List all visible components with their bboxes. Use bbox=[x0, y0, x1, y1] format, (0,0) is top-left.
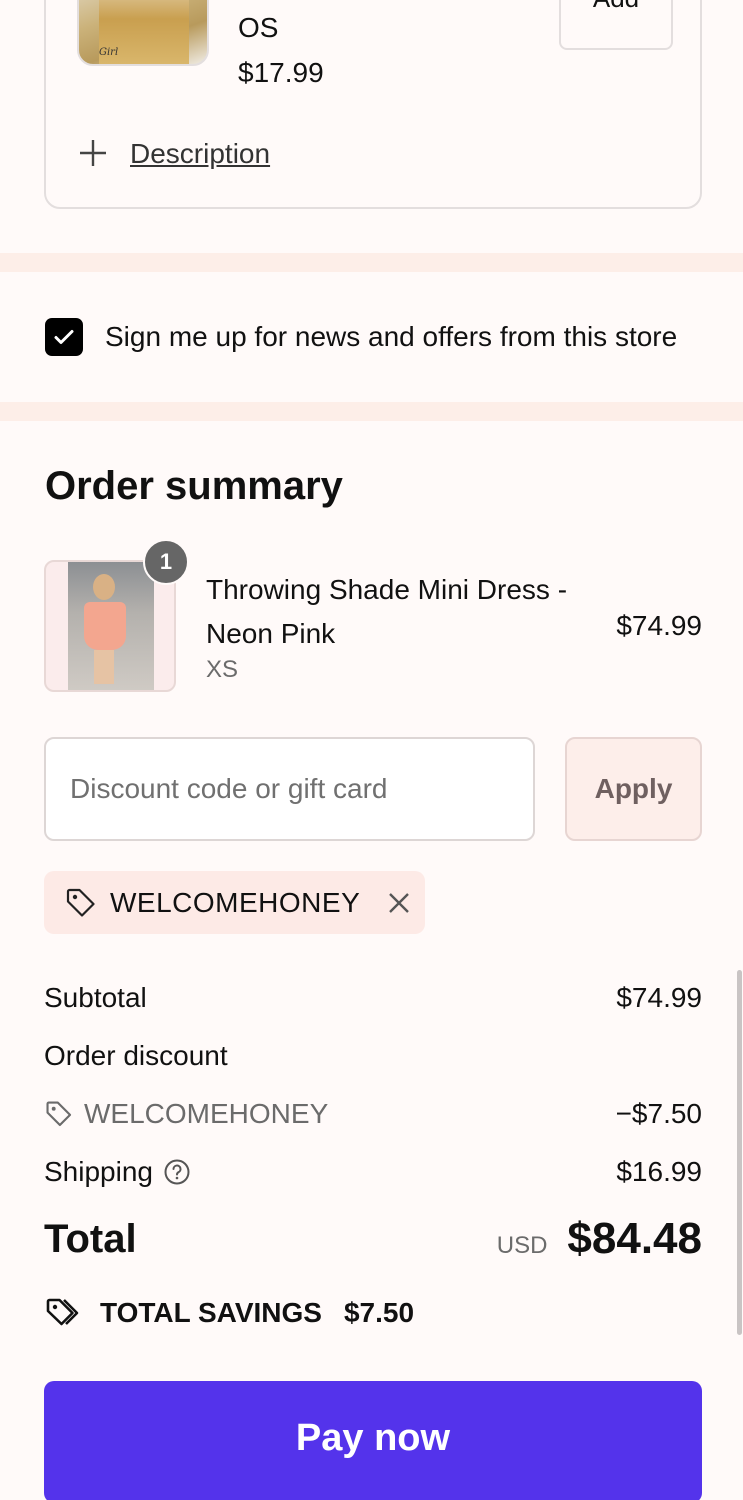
section-divider bbox=[0, 402, 743, 421]
plus-icon bbox=[78, 138, 108, 170]
subtotal-value: $74.99 bbox=[616, 982, 702, 1013]
help-icon[interactable] bbox=[163, 1158, 191, 1186]
product-name: Throwing Shade Mini Dress - Neon Pink bbox=[206, 574, 568, 649]
discount-code-row: WELCOMEHONEY −$7.50 bbox=[44, 1098, 702, 1130]
total-savings-label: TOTAL SAVINGS bbox=[100, 1297, 322, 1328]
upsell-image-brand: Girl bbox=[99, 47, 119, 58]
product-variant: XS bbox=[206, 656, 239, 683]
currency-code: USD bbox=[496, 1232, 548, 1259]
newsletter-checkbox[interactable] bbox=[45, 318, 83, 356]
order-discount-label: Order discount bbox=[44, 1040, 228, 1071]
total-label: Total bbox=[44, 1216, 137, 1261]
subtotal-label: Subtotal bbox=[44, 982, 147, 1013]
tags-icon bbox=[46, 1298, 79, 1326]
discount-code-input[interactable] bbox=[44, 737, 535, 841]
apply-discount-button[interactable]: Apply bbox=[565, 737, 702, 841]
newsletter-opt-in[interactable]: Sign me up for news and offers from this… bbox=[45, 318, 677, 356]
shipping-row: Shipping $16.99 bbox=[44, 1156, 702, 1188]
upsell-product-image: Girl bbox=[77, 0, 209, 66]
description-toggle[interactable]: Description bbox=[78, 138, 270, 170]
applied-discount-code: WELCOMEHONEY bbox=[110, 886, 361, 918]
shipping-label: Shipping bbox=[44, 1156, 153, 1187]
applied-discount-chip: WELCOMEHONEY bbox=[44, 871, 425, 934]
total-savings-amount: $7.50 bbox=[343, 1297, 415, 1328]
description-link[interactable]: Description bbox=[130, 138, 270, 170]
total-amount: $84.48 bbox=[567, 1214, 702, 1263]
discount-code-label: WELCOMEHONEY bbox=[84, 1098, 329, 1129]
order-discount-row: Order discount bbox=[44, 1040, 702, 1072]
section-divider bbox=[0, 253, 743, 272]
shipping-value: $16.99 bbox=[616, 1156, 702, 1187]
order-summary-title: Order summary bbox=[45, 464, 343, 508]
product-price: $74.99 bbox=[616, 610, 702, 641]
upsell-card: Girl OS $17.99 Add Description bbox=[44, 0, 702, 209]
pay-now-button[interactable]: Pay now bbox=[44, 1381, 702, 1500]
upsell-add-button[interactable]: Add bbox=[559, 0, 673, 50]
upsell-price: $17.99 bbox=[238, 57, 324, 88]
total-row: Total USD $84.48 bbox=[44, 1214, 702, 1264]
checkmark-icon bbox=[54, 330, 74, 344]
newsletter-label: Sign me up for news and offers from this… bbox=[105, 321, 678, 352]
remove-discount-icon[interactable] bbox=[386, 890, 412, 916]
scrollbar[interactable] bbox=[737, 970, 742, 1335]
tag-icon bbox=[46, 1101, 72, 1127]
quantity-badge: 1 bbox=[143, 539, 189, 585]
tag-icon bbox=[66, 888, 95, 917]
upsell-size: OS bbox=[238, 12, 279, 43]
subtotal-row: Subtotal $74.99 bbox=[44, 982, 702, 1014]
discount-value: −$7.50 bbox=[615, 1098, 702, 1129]
total-savings-row: TOTAL SAVINGS $7.50 bbox=[44, 1296, 414, 1330]
